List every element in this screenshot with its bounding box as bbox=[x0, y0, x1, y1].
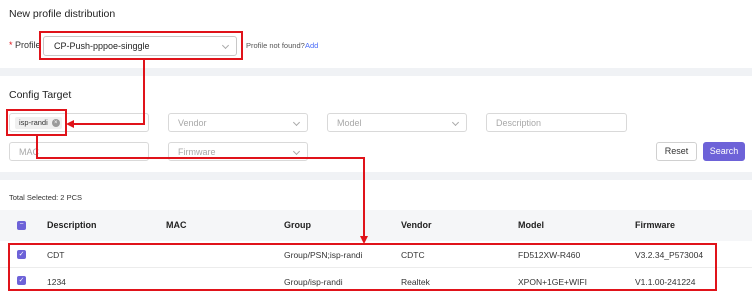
model-placeholder: Model bbox=[337, 118, 362, 128]
column-header-vendor[interactable]: Vendor bbox=[401, 220, 432, 230]
select-all-checkbox[interactable]: − bbox=[17, 221, 26, 230]
connector-line bbox=[74, 123, 145, 125]
vendor-placeholder: Vendor bbox=[178, 118, 207, 128]
total-selected: Total Selected: 2 PCS bbox=[9, 193, 82, 202]
connector-line bbox=[36, 157, 365, 159]
model-select[interactable]: Model bbox=[327, 113, 467, 132]
search-button[interactable]: Search bbox=[703, 142, 745, 161]
chevron-down-icon bbox=[292, 147, 301, 156]
reset-button[interactable]: Reset bbox=[656, 142, 697, 161]
total-selected-unit: PCS bbox=[66, 193, 82, 202]
section-title-config-target: Config Target bbox=[9, 89, 72, 101]
highlight-box-rows bbox=[8, 243, 717, 291]
connector-line bbox=[363, 157, 365, 237]
profile-label: Profile bbox=[15, 40, 41, 50]
section-title-profile: New profile distribution bbox=[9, 8, 116, 20]
column-header-model[interactable]: Model bbox=[518, 220, 544, 230]
column-header-group[interactable]: Group bbox=[284, 220, 311, 230]
arrowhead-down-icon bbox=[360, 236, 368, 244]
column-header-description[interactable]: Description bbox=[47, 220, 97, 230]
connector-line bbox=[36, 136, 38, 159]
vendor-select[interactable]: Vendor bbox=[168, 113, 308, 132]
chevron-down-icon bbox=[451, 118, 460, 127]
total-selected-label: Total Selected: bbox=[9, 193, 59, 202]
column-header-mac[interactable]: MAC bbox=[166, 220, 187, 230]
highlight-box-tag bbox=[6, 109, 67, 136]
chevron-down-icon bbox=[292, 118, 301, 127]
description-placeholder: Description bbox=[496, 118, 542, 128]
highlight-box-profile bbox=[39, 31, 243, 60]
column-header-firmware[interactable]: Firmware bbox=[635, 220, 675, 230]
required-marker: * bbox=[9, 40, 13, 50]
firmware-placeholder: Firmware bbox=[178, 147, 216, 157]
arrowhead-left-icon bbox=[66, 120, 74, 128]
description-input[interactable]: Description bbox=[486, 113, 627, 132]
connector-line bbox=[143, 60, 145, 125]
add-profile-link[interactable]: Add bbox=[305, 41, 318, 50]
profile-not-found-text: Profile not found? bbox=[246, 41, 305, 50]
total-selected-count: 2 bbox=[60, 193, 65, 202]
